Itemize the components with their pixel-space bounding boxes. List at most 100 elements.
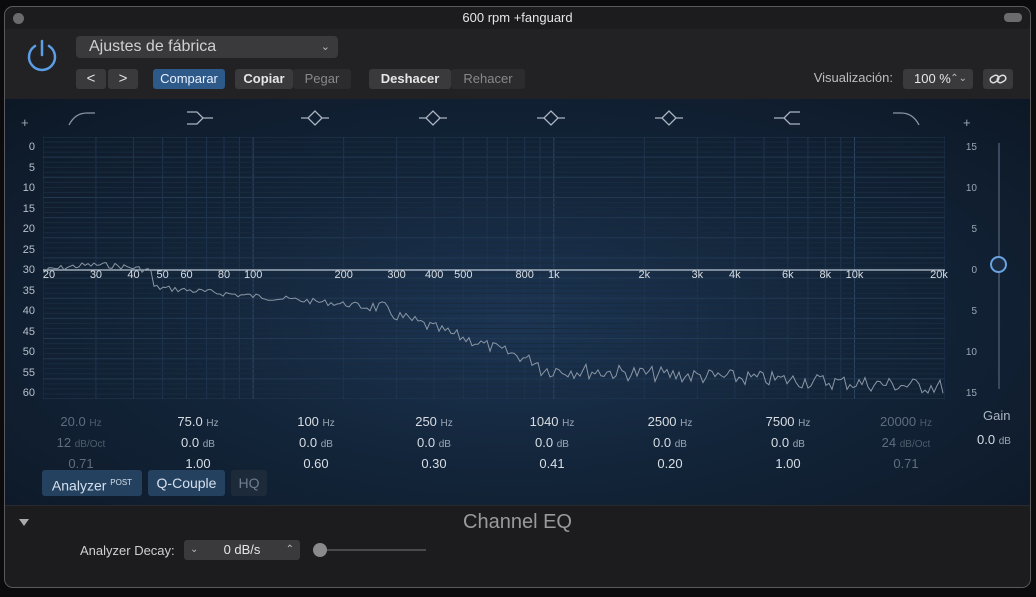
freq-label: 20k — [930, 269, 948, 281]
analyzer-button[interactable]: Analyzer POST — [42, 470, 142, 496]
freq-label: 6k — [781, 269, 794, 281]
band-q[interactable]: 0.30 — [384, 453, 484, 474]
gain-scale-label: 5 — [971, 224, 977, 235]
paste-button[interactable]: Pegar — [293, 69, 351, 89]
window-title: 600 rpm +fanguard — [462, 10, 573, 25]
preset-menu[interactable]: Ajustes de fábrica ⌄ — [76, 36, 338, 58]
band-frequency[interactable]: 2500 Hz — [620, 411, 720, 432]
band-q[interactable]: 0.20 — [620, 453, 720, 474]
band-params-6: 2500 Hz 0.0 dB 0.20 — [620, 411, 720, 474]
band-gain[interactable]: 24 dB/Oct — [856, 432, 956, 453]
parametric-bell-icon-3[interactable] — [534, 107, 568, 129]
eq-graph[interactable] — [43, 137, 945, 399]
decay-slider-track[interactable] — [318, 549, 426, 551]
plugin-footer: Channel EQ Analyzer Decay: ⌄ 0 dB/s ⌃ — [5, 505, 1030, 587]
db-scale-label: 25 — [22, 243, 35, 256]
parametric-bell-icon-4[interactable] — [652, 107, 686, 129]
gain-scale-label: 0 — [971, 265, 977, 276]
band-gain[interactable]: 0.0 dB — [384, 432, 484, 453]
band-gain[interactable]: 0.0 dB — [502, 432, 602, 453]
db-scale-label: 10 — [22, 182, 35, 194]
band-frequency[interactable]: 1040 Hz — [502, 411, 602, 432]
freq-label: 100 — [243, 269, 263, 281]
freq-label: 20 — [42, 269, 56, 281]
high-cut-icon[interactable] — [889, 107, 923, 129]
band-params-5: 1040 Hz 0.0 dB 0.41 — [502, 411, 602, 474]
band-params-8: 20000 Hz 24 dB/Oct 0.71 — [856, 411, 956, 474]
db-scale-label: 50 — [22, 346, 35, 358]
db-scale-label: 60 — [22, 387, 35, 399]
plugin-window: 600 rpm +fanguard Ajustes de fábrica ⌄ <… — [4, 6, 1031, 588]
gain-scale-label: 5 — [971, 306, 977, 317]
parametric-bell-icon-1[interactable] — [298, 107, 332, 129]
band-type-icons: + + — [5, 99, 1030, 135]
band-params-7: 7500 Hz 0.0 dB 1.00 — [738, 411, 838, 474]
view-label: Visualización: — [813, 70, 893, 85]
freq-label: 30 — [89, 269, 103, 281]
plugin-name: Channel EQ — [463, 511, 572, 533]
power-icon[interactable] — [24, 38, 60, 74]
chevron-up-icon[interactable]: ⌃ — [286, 540, 294, 560]
gain-label: Gain — [983, 408, 1011, 423]
band-gain[interactable]: 12 dB/Oct — [31, 432, 131, 453]
gain-slider-knob[interactable] — [990, 256, 1007, 273]
hq-button[interactable]: HQ — [231, 470, 267, 496]
analyzer-decay-label: Analyzer Decay: — [80, 543, 175, 558]
link-button[interactable] — [983, 69, 1013, 89]
db-scale-label: 35 — [22, 284, 35, 297]
window-pill[interactable] — [1004, 13, 1022, 22]
band-gain[interactable]: 0.0 dB — [148, 432, 248, 453]
band-gain[interactable]: 0.0 dB — [620, 432, 720, 453]
redo-button[interactable]: Rehacer — [451, 69, 525, 89]
band-frequency[interactable]: 20000 Hz — [856, 411, 956, 432]
gain-scale-label: 10 — [965, 183, 977, 194]
parametric-bell-icon-2[interactable] — [416, 107, 450, 129]
band-frequency[interactable]: 250 Hz — [384, 411, 484, 432]
gain-value[interactable]: 0.0 dB — [977, 432, 1011, 447]
next-preset-button[interactable]: > — [108, 69, 138, 89]
compare-button[interactable]: Comparar — [153, 69, 225, 89]
add-band-left[interactable]: + — [21, 115, 29, 130]
band-frequency[interactable]: 20.0 Hz — [31, 411, 131, 432]
band-q[interactable]: 0.41 — [502, 453, 602, 474]
band-frequency[interactable]: 7500 Hz — [738, 411, 838, 432]
title-bar: 600 rpm +fanguard — [5, 7, 1030, 29]
high-shelf-icon[interactable] — [770, 107, 804, 129]
stepper-icon: ⌃⌄ — [950, 73, 967, 84]
q-couple-button[interactable]: Q-Couple — [148, 470, 225, 496]
decay-slider-knob[interactable] — [313, 543, 327, 557]
view-zoom-value: 100 % — [914, 71, 951, 86]
freq-label: 500 — [454, 269, 473, 281]
db-scale-label: 0 — [28, 141, 35, 153]
band-params-4: 250 Hz 0.0 dB 0.30 — [384, 411, 484, 474]
chevron-down-icon[interactable]: ⌄ — [190, 540, 198, 560]
close-dot[interactable] — [13, 13, 24, 24]
band-q[interactable]: 1.00 — [738, 453, 838, 474]
previous-preset-button[interactable]: < — [76, 69, 106, 89]
db-scale-label: 15 — [22, 202, 35, 215]
band-q[interactable]: 0.60 — [266, 453, 366, 474]
band-gain[interactable]: 0.0 dB — [738, 432, 838, 453]
gain-scale-label: 10 — [965, 347, 977, 358]
analyzer-decay-stepper[interactable]: ⌄ 0 dB/s ⌃ — [184, 540, 300, 560]
band-frequency[interactable]: 100 Hz — [266, 411, 366, 432]
low-shelf-icon[interactable] — [183, 107, 217, 129]
undo-button[interactable]: Deshacer — [369, 69, 451, 89]
freq-label: 2k — [638, 269, 651, 281]
view-zoom-select[interactable]: 100 % ⌃⌄ — [903, 69, 973, 89]
low-cut-icon[interactable] — [65, 107, 99, 129]
link-icon — [989, 74, 1007, 84]
copy-button[interactable]: Copiar — [235, 69, 293, 89]
db-scale-label: 30 — [22, 264, 35, 276]
freq-label: 60 — [180, 269, 193, 281]
band-q[interactable]: 0.71 — [856, 453, 956, 474]
db-scale-label: 55 — [22, 366, 35, 379]
freq-label: 3k — [691, 269, 704, 281]
add-band-right[interactable]: + — [963, 115, 971, 130]
band-gain[interactable]: 0.0 dB — [266, 432, 366, 453]
chevron-down-icon: ⌄ — [320, 41, 330, 53]
band-params-3: 100 Hz 0.0 dB 0.60 — [266, 411, 366, 474]
band-frequency[interactable]: 75.0 Hz — [148, 411, 248, 432]
db-scale-label: 5 — [28, 161, 35, 174]
preset-label: Ajustes de fábrica — [89, 38, 217, 55]
